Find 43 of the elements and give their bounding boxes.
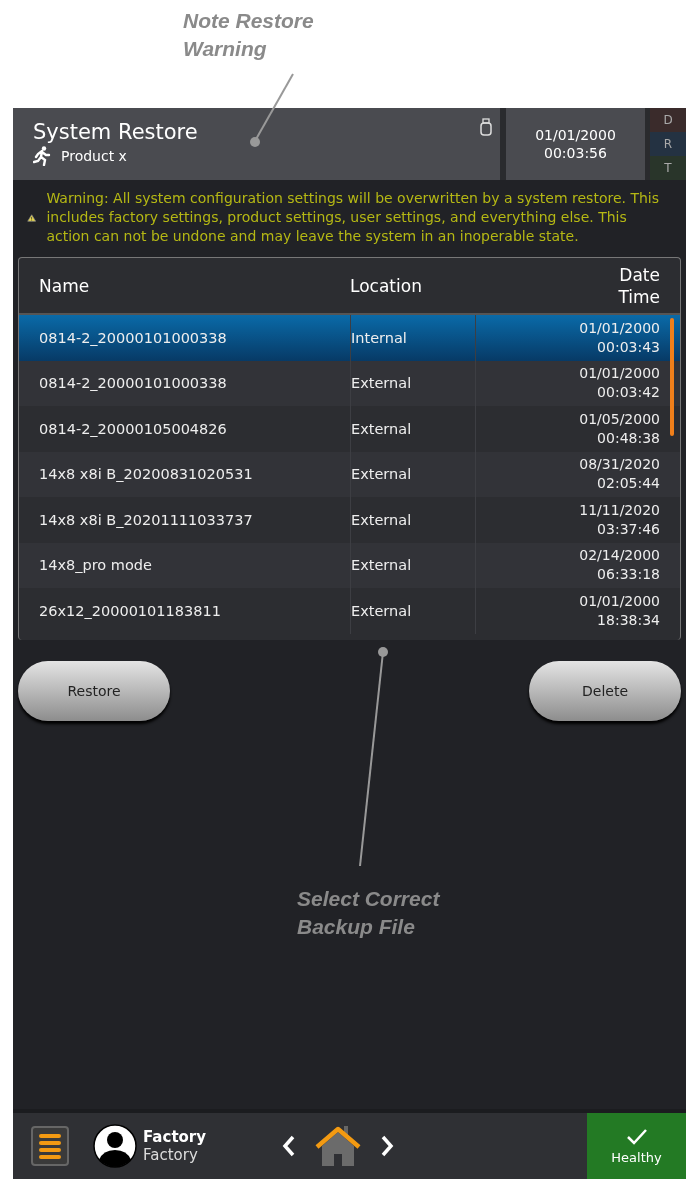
usb-drive-icon bbox=[480, 118, 492, 136]
location-cell: External bbox=[350, 406, 475, 452]
restore-button[interactable]: Restore bbox=[18, 661, 170, 721]
backup-row[interactable]: 14x8 x8i B_20200831020531 External 08/31/2020 02:05:44 bbox=[19, 451, 680, 497]
checkmark-icon bbox=[625, 1127, 648, 1146]
backup-row[interactable]: 0814-2_20000101000338 External 01/01/2000 00:03:42 bbox=[19, 360, 680, 406]
status-indicator: D bbox=[650, 108, 686, 132]
file-name-cell-text: 0814-2_20000101000338 bbox=[38, 374, 228, 394]
status-indicator: R bbox=[650, 132, 686, 156]
file-name-cell-text: 14x8 x8i B_20201111033737 bbox=[38, 510, 254, 530]
product-name: Product x bbox=[61, 148, 127, 164]
home-icon[interactable] bbox=[314, 1124, 363, 1168]
backup-row[interactable]: 14x8_pro mode External 02/14/2000 06:33:18 bbox=[19, 542, 680, 588]
user-name: Factory bbox=[143, 1128, 207, 1146]
location-cell: External bbox=[350, 588, 475, 634]
user-avatar-icon bbox=[93, 1124, 137, 1168]
delete-button[interactable]: Delete bbox=[529, 661, 681, 721]
health-status: Healthy bbox=[611, 1149, 662, 1165]
forward-chevron-icon[interactable] bbox=[380, 1135, 395, 1157]
date-text: 01/01/2000 bbox=[535, 126, 616, 144]
user-role: Factory bbox=[143, 1146, 199, 1164]
back-chevron-icon[interactable] bbox=[282, 1135, 297, 1157]
file-name-cell-text: 14x8 x8i B_20200831020531 bbox=[38, 465, 254, 485]
location-cell: External bbox=[350, 497, 475, 543]
time-text: 00:03:56 bbox=[544, 144, 607, 162]
location-cell: Internal bbox=[350, 315, 475, 361]
running-person-icon bbox=[33, 146, 51, 166]
date-time-cell: 01/01/2000 18:38:34 bbox=[475, 588, 680, 634]
backup-row[interactable]: 0814-2_20000101000338 Internal 01/01/2000 00:03:43 bbox=[19, 315, 680, 361]
annotation-text: Select Correct Backup File bbox=[297, 886, 440, 940]
status-indicator: T bbox=[650, 156, 686, 180]
column-header: Location bbox=[350, 274, 423, 297]
file-name-cell-text: 0814-2_20000101000338 bbox=[38, 328, 228, 348]
file-name-cell-text: 26x12_20000101183811 bbox=[38, 601, 222, 621]
column-header: Date Time bbox=[617, 263, 661, 308]
warning-message: Warning: All system configuration settings will be overwritten by a system restore. This includes factory settings, product settings, user settings, and everything else. This action can not be undone and may leave the system in an inoperable state. bbox=[46, 189, 660, 246]
file-name-cell-text: 14x8_pro mode bbox=[38, 556, 153, 576]
column-header: Name bbox=[38, 274, 91, 297]
annotation-text: Note Restore Warning bbox=[183, 8, 314, 62]
menu-icon[interactable] bbox=[31, 1126, 69, 1166]
file-name-cell-text: 0814-2_20000105004826 bbox=[38, 419, 228, 439]
screen-title: System Restore bbox=[33, 120, 199, 144]
date-time-cell: 11/11/2020 03:37:46 bbox=[475, 497, 680, 543]
